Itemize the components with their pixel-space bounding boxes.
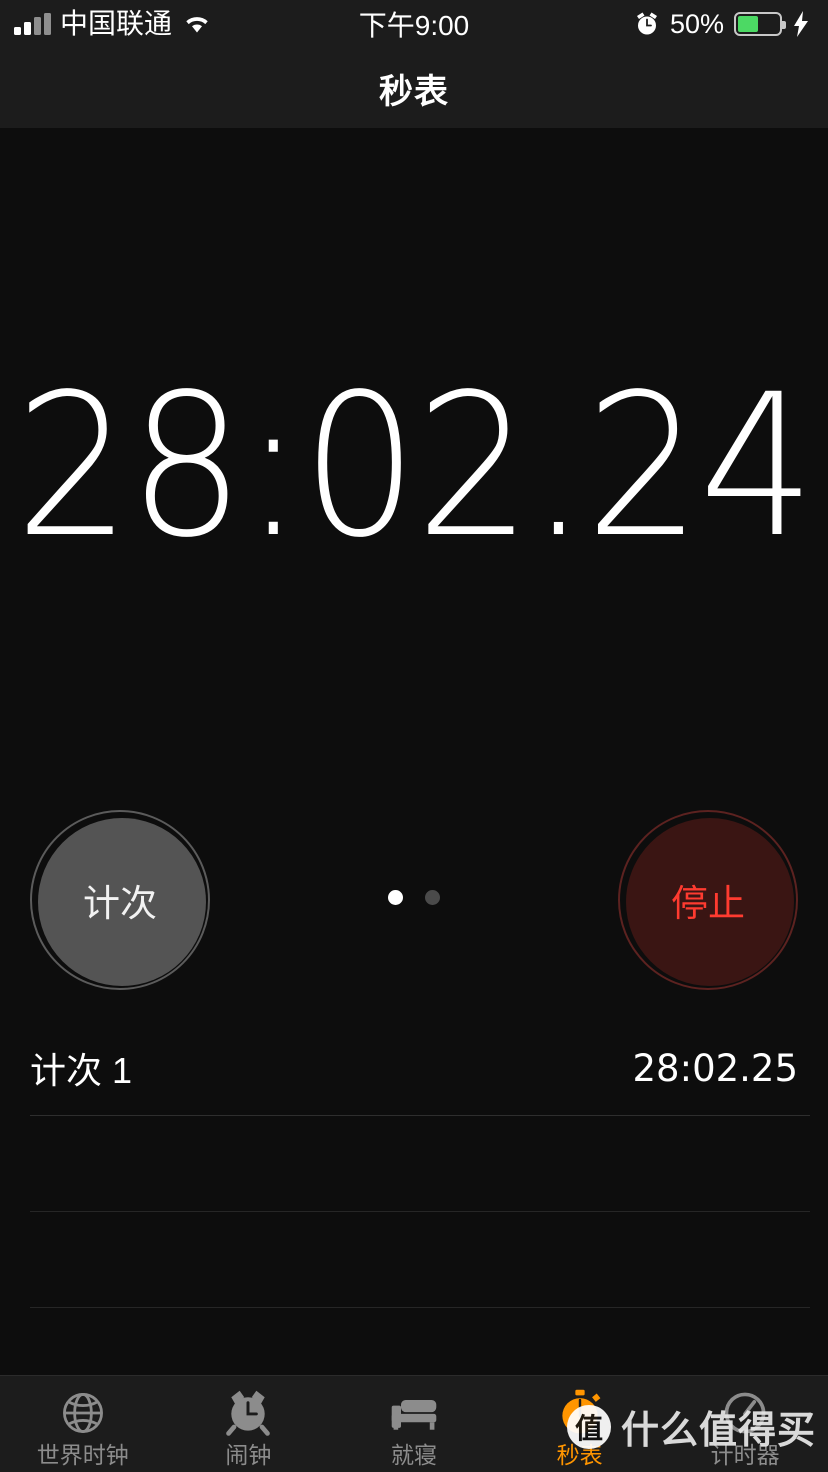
- stop-button-label: 停止: [671, 883, 745, 924]
- lap-button-label: 计次: [83, 883, 157, 924]
- timer-icon: [724, 1392, 766, 1434]
- tab-label: 世界时钟: [36, 1442, 129, 1468]
- elapsed-time-display: 28:02.24: [15, 351, 815, 580]
- status-bar-right: 50%: [634, 8, 810, 39]
- stopwatch-controls: 计次 停止: [0, 805, 828, 995]
- lap-label: 计次 1: [30, 1050, 133, 1091]
- page-dot-1[interactable]: [388, 890, 403, 905]
- tab-timer[interactable]: 计时器: [662, 1376, 828, 1472]
- status-bar-left: 中国联通: [14, 10, 213, 38]
- tab-label: 秒表: [556, 1442, 603, 1468]
- bed-icon: [391, 1400, 437, 1430]
- stopwatch-icon: [561, 1389, 601, 1434]
- wifi-icon: [186, 17, 208, 33]
- alarm-clock-icon: [636, 12, 657, 35]
- carrier-name: 中国联通: [60, 8, 173, 39]
- lightning-bolt-icon: [794, 11, 808, 37]
- tab-alarm[interactable]: 闹钟: [166, 1376, 332, 1472]
- stopwatch-screen: 中国联通 下午9:00 50% 秒表 28:02.24 计次 停止 计次 1 2…: [0, 0, 828, 1472]
- battery-icon: [734, 12, 786, 36]
- tab-label: 计时器: [710, 1442, 780, 1468]
- page-dot-2[interactable]: [425, 890, 440, 905]
- tab-world-clock[interactable]: 世界时钟: [0, 1376, 166, 1472]
- tab-label: 闹钟: [225, 1442, 272, 1468]
- lap-time: 28:02.25: [632, 1046, 798, 1090]
- globe-icon: [62, 1393, 103, 1433]
- table-row: [0, 1212, 828, 1308]
- alarm-clock-icon: [226, 1390, 271, 1436]
- stop-button[interactable]: 停止: [618, 810, 798, 990]
- tab-label: 就寝: [390, 1442, 437, 1468]
- lap-list[interactable]: 计次 1 28:02.25: [0, 1020, 828, 1404]
- stopwatch-display-area: 28:02.24: [0, 128, 828, 803]
- tab-bar: 世界时钟 闹钟 就寝 秒表 计时器: [0, 1375, 828, 1472]
- table-row[interactable]: 计次 1 28:02.25: [0, 1020, 828, 1116]
- page-title: 秒表: [379, 72, 449, 111]
- tab-bedtime[interactable]: 就寝: [331, 1376, 497, 1472]
- navigation-bar: 秒表: [0, 48, 828, 128]
- battery-percentage: 50%: [669, 8, 724, 39]
- lap-button[interactable]: 计次: [30, 810, 210, 990]
- status-bar: 中国联通 下午9:00 50%: [0, 0, 828, 48]
- table-row: [0, 1116, 828, 1212]
- cellular-signal-icon: [14, 13, 51, 35]
- battery-fill: [738, 16, 758, 32]
- tab-stopwatch[interactable]: 秒表: [497, 1376, 663, 1472]
- page-indicator[interactable]: [388, 890, 440, 905]
